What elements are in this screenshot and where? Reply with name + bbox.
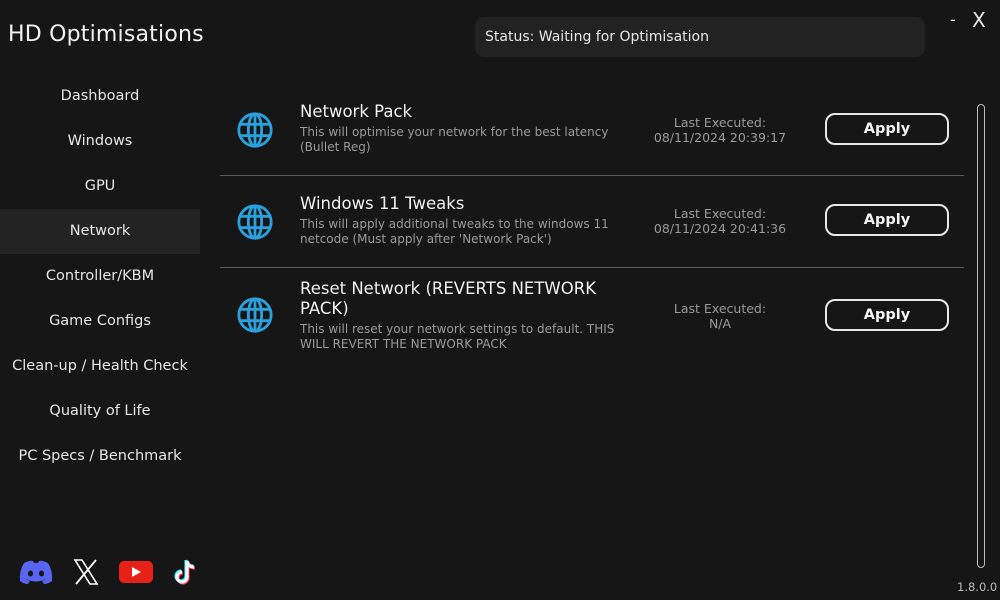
sidebar-item-gpu[interactable]: GPU: [0, 164, 200, 209]
last-executed-label: Last Executed:: [673, 115, 767, 130]
social-links: [18, 557, 218, 587]
close-button[interactable]: X: [972, 8, 986, 32]
status-bar: Status: Waiting for Optimisation: [475, 17, 925, 57]
last-executed-label: Last Executed:: [673, 206, 767, 221]
globe-icon: [237, 204, 273, 240]
tweak-card-reset-network: Reset Network (REVERTS NETWORK PACK) Thi…: [220, 268, 964, 368]
tweak-title: Windows 11 Tweaks: [300, 194, 465, 213]
last-executed-value: N/A: [708, 316, 732, 331]
globe-icon: [237, 297, 273, 333]
last-executed-value: 08/11/2024 20:41:36: [653, 221, 787, 236]
apply-button[interactable]: Apply: [825, 113, 949, 145]
sidebar: Dashboard Windows GPU Network Controller…: [0, 74, 200, 479]
tweak-title: Network Pack: [300, 102, 413, 121]
tweak-list: Network Pack This will optimise your net…: [220, 84, 964, 368]
globe-icon: [237, 112, 273, 148]
last-executed: Last Executed: 08/11/2024 20:39:17: [630, 115, 810, 145]
x-icon[interactable]: [68, 557, 104, 587]
app-title: HD Optimisations: [8, 22, 204, 47]
tweak-description: This will reset your network settings to…: [300, 322, 615, 351]
last-executed-label: Last Executed:: [673, 301, 767, 316]
scrollbar[interactable]: [977, 104, 985, 568]
version-label: 1.8.0.0: [957, 580, 998, 594]
sidebar-item-pc-specs[interactable]: PC Specs / Benchmark: [0, 434, 200, 479]
sidebar-item-controller-kbm[interactable]: Controller/KBM: [0, 254, 200, 299]
tiktok-icon[interactable]: [168, 557, 204, 587]
sidebar-item-windows[interactable]: Windows: [0, 119, 200, 164]
last-executed-value: 08/11/2024 20:39:17: [653, 130, 787, 145]
tweak-card-windows-11-tweaks: Windows 11 Tweaks This will apply additi…: [220, 176, 964, 268]
youtube-icon[interactable]: [118, 557, 154, 587]
sidebar-item-dashboard[interactable]: Dashboard: [0, 74, 200, 119]
sidebar-item-quality-of-life[interactable]: Quality of Life: [0, 389, 200, 434]
last-executed: Last Executed: N/A: [630, 301, 810, 331]
tweak-description: This will optimise your network for the …: [300, 125, 609, 154]
last-executed: Last Executed: 08/11/2024 20:41:36: [630, 206, 810, 236]
minimize-button[interactable]: -: [950, 10, 956, 29]
sidebar-item-cleanup[interactable]: Clean-up / Health Check: [0, 344, 200, 389]
tweak-card-network-pack: Network Pack This will optimise your net…: [220, 84, 964, 176]
sidebar-item-network[interactable]: Network: [0, 209, 200, 254]
discord-icon[interactable]: [18, 557, 54, 587]
apply-button[interactable]: Apply: [825, 204, 949, 236]
apply-button[interactable]: Apply: [825, 299, 949, 331]
tweak-title: Reset Network (REVERTS NETWORK PACK): [300, 279, 597, 318]
tweak-description: This will apply additional tweaks to the…: [300, 217, 609, 246]
sidebar-item-game-configs[interactable]: Game Configs: [0, 299, 200, 344]
